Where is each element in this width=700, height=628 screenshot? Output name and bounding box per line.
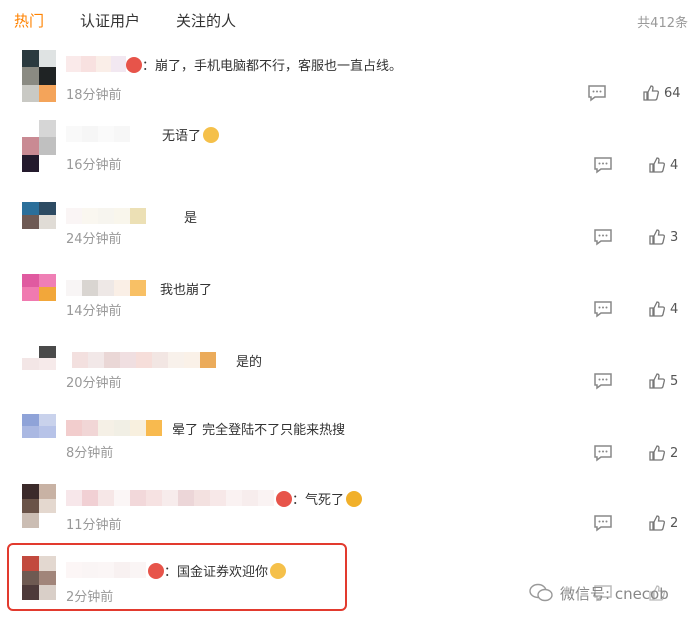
tab-following[interactable]: 关注的人	[176, 10, 236, 31]
comment-time: 2分钟前	[66, 590, 114, 605]
comment-text: 无语了	[162, 125, 220, 144]
comment-tabs: 热门 认证用户 关注的人 共412条	[0, 0, 700, 40]
like-count: 2	[670, 515, 679, 531]
comment-time: 14分钟前	[66, 304, 122, 319]
wechat-icon	[529, 583, 553, 602]
reply-icon[interactable]	[592, 512, 614, 534]
comment-time: 20分钟前	[66, 376, 122, 391]
comment-item: ：崩了，手机电脑都不行，客服也一直占线。 18分钟前 64	[0, 50, 700, 122]
crying-emoji-icon	[346, 491, 363, 507]
blurred-username[interactable]	[66, 126, 162, 142]
like-button[interactable]: 4	[648, 154, 678, 176]
thumbs-up-icon	[643, 85, 659, 101]
angry-emoji-icon	[126, 57, 142, 73]
avatar[interactable]	[22, 346, 56, 382]
thumbs-up-icon	[649, 157, 665, 173]
avatar[interactable]	[22, 414, 56, 450]
angry-emoji-icon	[148, 563, 164, 579]
like-count: 3	[670, 229, 679, 245]
comment-time: 8分钟前	[66, 446, 114, 461]
reply-icon[interactable]	[592, 154, 614, 176]
like-count: 5	[670, 373, 679, 389]
thumbs-up-icon	[649, 515, 665, 531]
blurred-username[interactable]	[66, 420, 162, 436]
reply-icon[interactable]	[592, 442, 614, 464]
thumbs-up-icon	[649, 301, 665, 317]
comment-item: 我也崩了 14分钟前 4	[0, 274, 700, 346]
comment-item: 晕了 完全登陆不了只能来热搜 8分钟前 2	[0, 414, 700, 486]
like-count: 2	[670, 445, 679, 461]
tab-hot[interactable]: 热门	[14, 10, 44, 31]
like-count: 4	[670, 157, 679, 173]
like-button[interactable]: 64	[642, 82, 681, 104]
thumbs-up-icon	[649, 373, 665, 389]
avatar[interactable]	[22, 274, 56, 314]
thumbs-up-icon	[649, 445, 665, 461]
like-button[interactable]: 2	[648, 442, 678, 464]
like-count: 64	[664, 85, 681, 101]
thumbs-up-icon	[649, 229, 665, 245]
like-button[interactable]: 5	[648, 370, 678, 392]
avatar[interactable]	[22, 202, 56, 242]
comment-total-count: 共412条	[637, 16, 688, 31]
avatar[interactable]	[22, 50, 56, 102]
avatar[interactable]	[22, 120, 56, 172]
watermark-text: 微信号: cnecob	[560, 584, 669, 603]
comment-time: 16分钟前	[66, 158, 122, 173]
comment-text: 是的	[236, 355, 263, 370]
comment-time: 11分钟前	[66, 518, 122, 533]
comment-text: 我也崩了	[160, 283, 213, 298]
blurred-username[interactable]	[66, 562, 148, 578]
like-button[interactable]: 2	[648, 512, 678, 534]
blurred-username[interactable]	[72, 352, 232, 368]
comment-text: 是	[184, 211, 198, 226]
like-count: 4	[670, 301, 679, 317]
like-button[interactable]: 3	[648, 226, 678, 248]
comment-item: 无语了 16分钟前 4	[0, 120, 700, 192]
avatar[interactable]	[22, 484, 56, 528]
blurred-username[interactable]	[66, 56, 126, 72]
blurred-username[interactable]	[66, 208, 178, 224]
laughing-emoji-icon	[270, 563, 287, 579]
angry-emoji-icon	[276, 491, 292, 507]
blurred-username[interactable]	[66, 280, 156, 296]
tab-verified-users[interactable]: 认证用户	[80, 10, 140, 31]
comment-text: ：气死了	[274, 489, 363, 508]
watermark: 微信号: cnecob	[528, 582, 669, 604]
reply-icon[interactable]	[586, 82, 608, 104]
reply-icon[interactable]	[592, 298, 614, 320]
reply-icon[interactable]	[592, 226, 614, 248]
comment-item: 是 24分钟前 3	[0, 202, 700, 274]
sweat-emoji-icon	[203, 127, 220, 143]
comment-item: 是的 20分钟前 5	[0, 346, 700, 418]
blurred-username[interactable]	[66, 490, 274, 506]
comment-text: 晕了 完全登陆不了只能来热搜	[172, 423, 346, 438]
comment-text: ：国金证券欢迎你	[146, 561, 287, 580]
comment-time: 18分钟前	[66, 88, 122, 103]
reply-icon[interactable]	[592, 370, 614, 392]
comment-time: 24分钟前	[66, 232, 122, 247]
like-button[interactable]: 4	[648, 298, 678, 320]
comment-text: ：崩了，手机电脑都不行，客服也一直占线。	[124, 55, 402, 74]
avatar[interactable]	[22, 556, 56, 600]
